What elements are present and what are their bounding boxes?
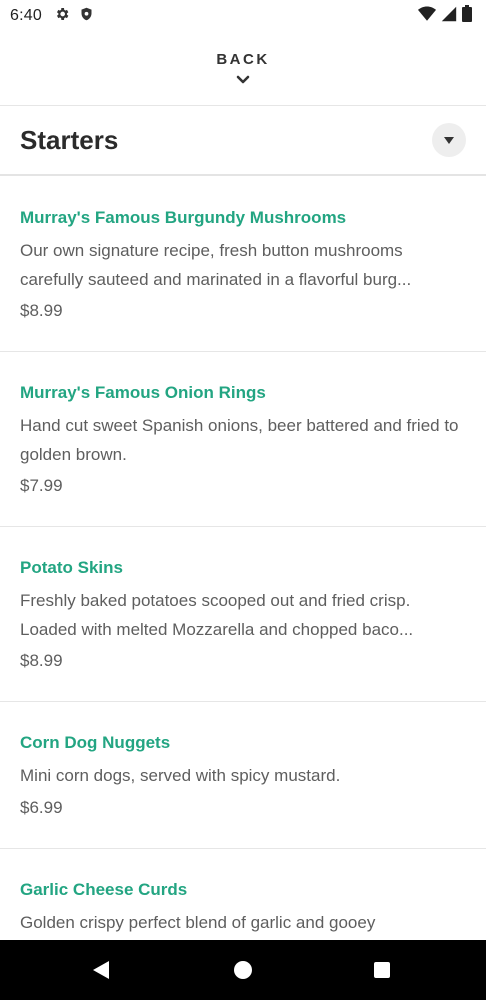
shield-icon — [79, 6, 94, 27]
menu-item-price: $8.99 — [20, 301, 63, 320]
chevron-down-icon[interactable] — [236, 72, 250, 90]
navigation-bar — [0, 940, 486, 1000]
menu-item[interactable]: Corn Dog Nuggets Mini corn dogs, served … — [0, 702, 486, 849]
back-label[interactable]: BACK — [216, 51, 269, 68]
menu-item-name: Potato Skins — [20, 558, 123, 577]
signal-icon — [441, 6, 457, 27]
caret-down-icon — [444, 131, 454, 149]
menu-item[interactable]: Garlic Cheese Curds Golden crispy perfec… — [0, 849, 486, 940]
back-header[interactable]: BACK — [0, 32, 486, 106]
menu-item-description: Freshly baked potatoes scooped out and f… — [20, 591, 414, 639]
back-triangle-icon[interactable] — [92, 960, 110, 980]
menu-item-name: Murray's Famous Onion Rings — [20, 383, 266, 402]
section-dropdown-button[interactable] — [432, 123, 466, 157]
menu-item-description: Mini corn dogs, served with spicy mustar… — [20, 766, 341, 785]
wifi-icon — [418, 6, 436, 27]
section-title: Starters — [20, 124, 119, 155]
gear-icon — [54, 6, 70, 27]
battery-icon — [462, 5, 472, 27]
menu-item-name: Garlic Cheese Curds — [20, 880, 188, 899]
recents-square-icon[interactable] — [373, 961, 391, 979]
menu-item-name: Murray's Famous Burgundy Mushrooms — [20, 208, 347, 227]
menu-item-name: Corn Dog Nuggets — [20, 733, 171, 752]
status-time: 6:40 — [10, 7, 42, 24]
menu-item[interactable]: Murray's Famous Onion Rings Hand cut swe… — [0, 352, 486, 527]
menu-item-price: $6.99 — [20, 797, 63, 817]
section-header: Starters — [0, 106, 486, 176]
menu-item-price: $8.99 — [20, 651, 63, 670]
menu-item-description: Golden crispy perfect blend of garlic an… — [20, 913, 376, 932]
menu-list[interactable]: Murray's Famous Burgundy Mushrooms Our o… — [0, 177, 486, 940]
menu-item[interactable]: Potato Skins Freshly baked potatoes scoo… — [0, 527, 486, 702]
status-bar: 6:40 — [0, 0, 486, 32]
menu-item-description: Hand cut sweet Spanish onions, beer batt… — [20, 416, 459, 464]
menu-item-price: $7.99 — [20, 476, 63, 495]
home-circle-icon[interactable] — [233, 960, 253, 980]
menu-item[interactable]: Murray's Famous Burgundy Mushrooms Our o… — [0, 177, 486, 352]
menu-item-description: Our own signature recipe, fresh button m… — [20, 241, 412, 289]
